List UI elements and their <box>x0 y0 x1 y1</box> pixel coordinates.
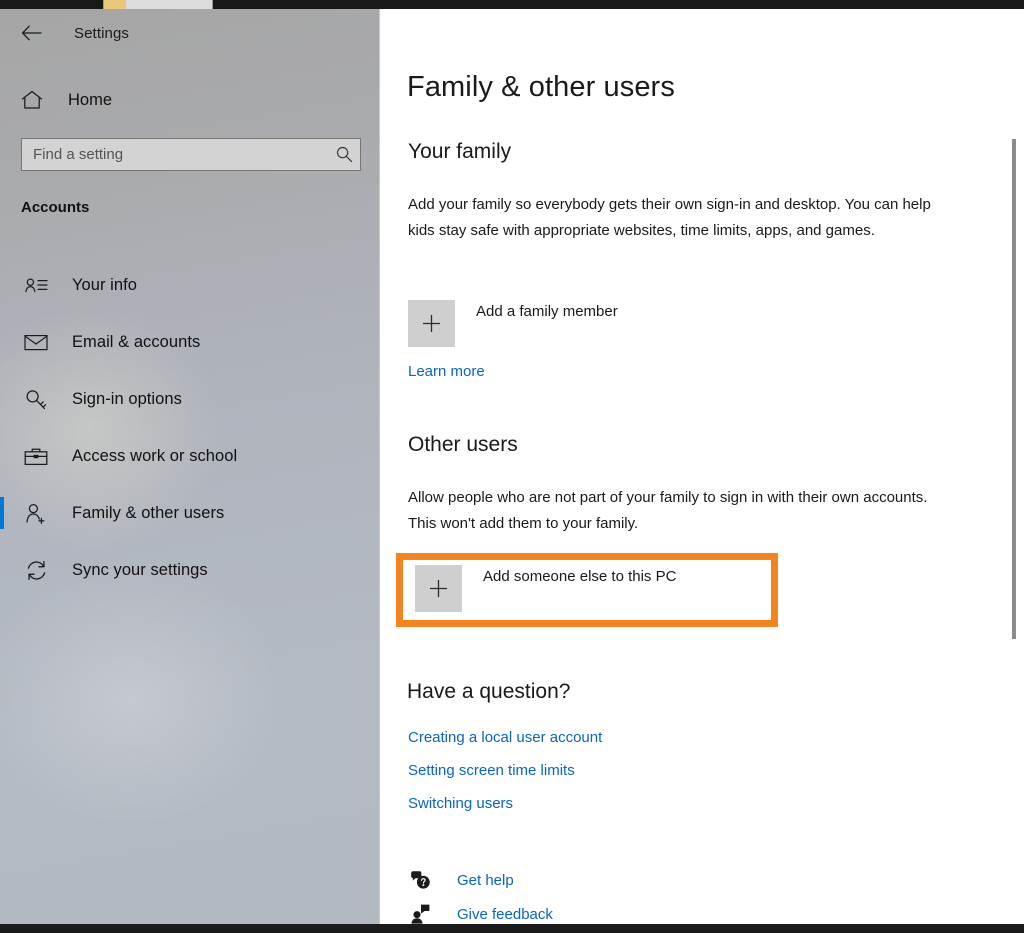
search-box[interactable] <box>21 138 361 171</box>
key-icon <box>14 389 58 411</box>
sidebar-item-sync-your-settings[interactable]: Sync your settings <box>0 542 380 599</box>
home-icon <box>10 90 54 110</box>
plus-icon <box>415 565 462 612</box>
page-title: Family & other users <box>407 71 675 104</box>
sidebar-item-label: Access work or school <box>72 447 237 466</box>
back-button[interactable] <box>8 13 54 53</box>
sidebar-section-label: Accounts <box>21 199 89 216</box>
sidebar-item-label: Your info <box>72 276 137 295</box>
feedback-person-icon <box>407 904 433 924</box>
footer-links: Get help Give feedback <box>407 871 553 924</box>
add-family-member-button[interactable]: Add a family member <box>408 300 738 347</box>
selection-indicator <box>0 497 4 529</box>
sidebar: Settings Home Accounts <box>0 9 380 924</box>
link-setting-screen-time-limits[interactable]: Setting screen time limits <box>408 762 602 779</box>
sidebar-item-access-work-school[interactable]: Access work or school <box>0 428 380 485</box>
sync-refresh-icon <box>14 560 58 581</box>
add-family-member-label: Add a family member <box>476 303 618 320</box>
vertical-scrollbar[interactable] <box>1008 69 1020 909</box>
sidebar-item-your-info[interactable]: Your info <box>0 257 380 314</box>
add-someone-else-button[interactable]: Add someone else to this PC <box>415 565 765 612</box>
get-help-label[interactable]: Get help <box>457 872 514 889</box>
other-users-description: Allow people who are not part of your fa… <box>408 485 933 537</box>
back-arrow-icon <box>21 25 42 41</box>
main-content: Family & other users Your family Add you… <box>381 9 1024 924</box>
sidebar-item-label: Sync your settings <box>72 561 208 580</box>
sidebar-item-label: Email & accounts <box>72 333 200 352</box>
your-family-description: Add your family so everybody gets their … <box>408 192 933 244</box>
sidebar-item-label: Family & other users <box>72 504 224 523</box>
envelope-icon <box>14 334 58 351</box>
sidebar-item-email-accounts[interactable]: Email & accounts <box>0 314 380 371</box>
desktop-bottom-strip <box>0 924 1024 933</box>
desktop-background-strip <box>0 0 1024 9</box>
search-icon[interactable] <box>328 146 360 163</box>
settings-window: Settings Home Accounts <box>0 0 1024 933</box>
have-a-question-heading: Have a question? <box>407 680 570 704</box>
sidebar-item-sign-in-options[interactable]: Sign-in options <box>0 371 380 428</box>
background-window-tab[interactable] <box>103 0 213 9</box>
sidebar-item-home[interactable]: Home <box>0 79 360 121</box>
title-bar: Settings <box>0 9 380 57</box>
link-switching-users[interactable]: Switching users <box>408 795 602 812</box>
link-creating-local-user-account[interactable]: Creating a local user account <box>408 729 602 746</box>
help-bubble-icon <box>407 871 433 890</box>
learn-more-link[interactable]: Learn more <box>408 363 485 380</box>
app-title: Settings <box>74 25 129 42</box>
person-add-icon <box>14 503 58 524</box>
other-users-heading: Other users <box>408 433 518 457</box>
add-someone-else-label: Add someone else to this PC <box>483 568 676 585</box>
give-feedback-row[interactable]: Give feedback <box>407 904 553 924</box>
background-window-accent <box>104 0 126 9</box>
plus-icon <box>408 300 455 347</box>
give-feedback-label[interactable]: Give feedback <box>457 906 553 923</box>
sidebar-item-family-other-users[interactable]: Family & other users <box>0 485 380 542</box>
briefcase-icon <box>14 447 58 466</box>
search-input[interactable] <box>22 146 328 163</box>
your-family-heading: Your family <box>408 140 511 164</box>
sidebar-item-label: Sign-in options <box>72 390 182 409</box>
sidebar-glow-decoration-2 <box>0 569 280 829</box>
add-someone-highlight-box: Add someone else to this PC <box>396 553 778 627</box>
sidebar-home-label: Home <box>68 91 112 110</box>
get-help-row[interactable]: Get help <box>407 871 553 890</box>
person-card-icon <box>14 277 58 294</box>
scrollbar-thumb[interactable] <box>1012 139 1016 639</box>
sidebar-nav-list: Your info Email & accounts <box>0 257 380 599</box>
question-links: Creating a local user account Setting sc… <box>408 729 602 828</box>
